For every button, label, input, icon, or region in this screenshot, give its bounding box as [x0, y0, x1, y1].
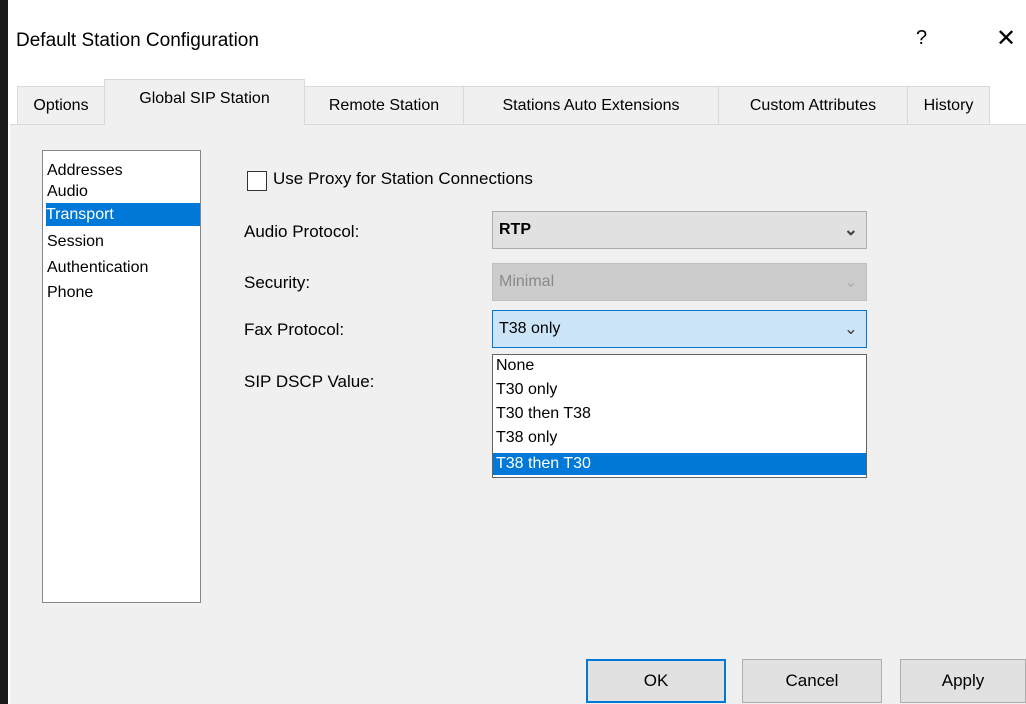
security-value: Minimal — [499, 273, 555, 290]
category-item-addresses[interactable]: Addresses — [47, 159, 123, 182]
apply-button[interactable]: Apply — [900, 659, 1026, 703]
chevron-down-icon: ⌄ — [843, 272, 858, 291]
fax-option-none[interactable]: None — [493, 355, 866, 377]
cancel-button[interactable]: Cancel — [742, 659, 882, 703]
tab-options[interactable]: Options — [17, 86, 105, 124]
chevron-down-icon: ⌄ — [843, 319, 858, 338]
window-frame-left — [0, 0, 8, 704]
tab-remote-station[interactable]: Remote Station — [304, 86, 464, 124]
fax-protocol-dropdown[interactable]: None T30 only T30 then T38 T38 only T38 … — [492, 354, 867, 478]
tab-history[interactable]: History — [907, 86, 990, 124]
security-label: Security: — [244, 273, 311, 292]
audio-protocol-select[interactable]: RTP ⌄ — [492, 211, 867, 249]
ok-button[interactable]: OK — [586, 659, 726, 703]
tab-stations-auto-extensions[interactable]: Stations Auto Extensions — [463, 86, 719, 124]
fax-option-t30-only[interactable]: T30 only — [493, 379, 866, 401]
fax-protocol-value: T38 only — [499, 320, 561, 337]
fax-protocol-select[interactable]: T38 only ⌄ — [492, 310, 867, 348]
help-icon[interactable]: ? — [916, 27, 927, 50]
use-proxy-label: Use Proxy for Station Connections — [273, 169, 533, 188]
category-item-audio[interactable]: Audio — [47, 180, 88, 203]
tab-global-sip-station[interactable]: Global SIP Station — [104, 79, 305, 125]
tab-custom-attributes[interactable]: Custom Attributes — [718, 86, 908, 124]
category-list[interactable]: Addresses Audio Transport Session Authen… — [42, 150, 201, 603]
security-select: Minimal ⌄ — [492, 263, 867, 301]
audio-protocol-value: RTP — [499, 221, 531, 238]
window-title: Default Station Configuration — [16, 30, 259, 51]
category-item-authentication[interactable]: Authentication — [47, 256, 148, 279]
category-item-transport[interactable]: Transport — [46, 203, 200, 226]
close-icon[interactable]: ✕ — [996, 24, 1016, 53]
category-item-session[interactable]: Session — [47, 230, 104, 253]
use-proxy-checkbox[interactable] — [247, 171, 267, 191]
chevron-down-icon: ⌄ — [843, 220, 858, 239]
audio-protocol-label: Audio Protocol: — [244, 222, 360, 241]
fax-option-t38-only[interactable]: T38 only — [493, 427, 866, 449]
fax-protocol-label: Fax Protocol: — [244, 320, 345, 339]
sip-dscp-label: SIP DSCP Value: — [244, 372, 375, 391]
fax-option-t38-then-t30[interactable]: T38 then T30 — [493, 453, 866, 475]
category-item-phone[interactable]: Phone — [47, 281, 93, 304]
fax-option-t30-then-t38[interactable]: T30 then T38 — [493, 403, 866, 425]
